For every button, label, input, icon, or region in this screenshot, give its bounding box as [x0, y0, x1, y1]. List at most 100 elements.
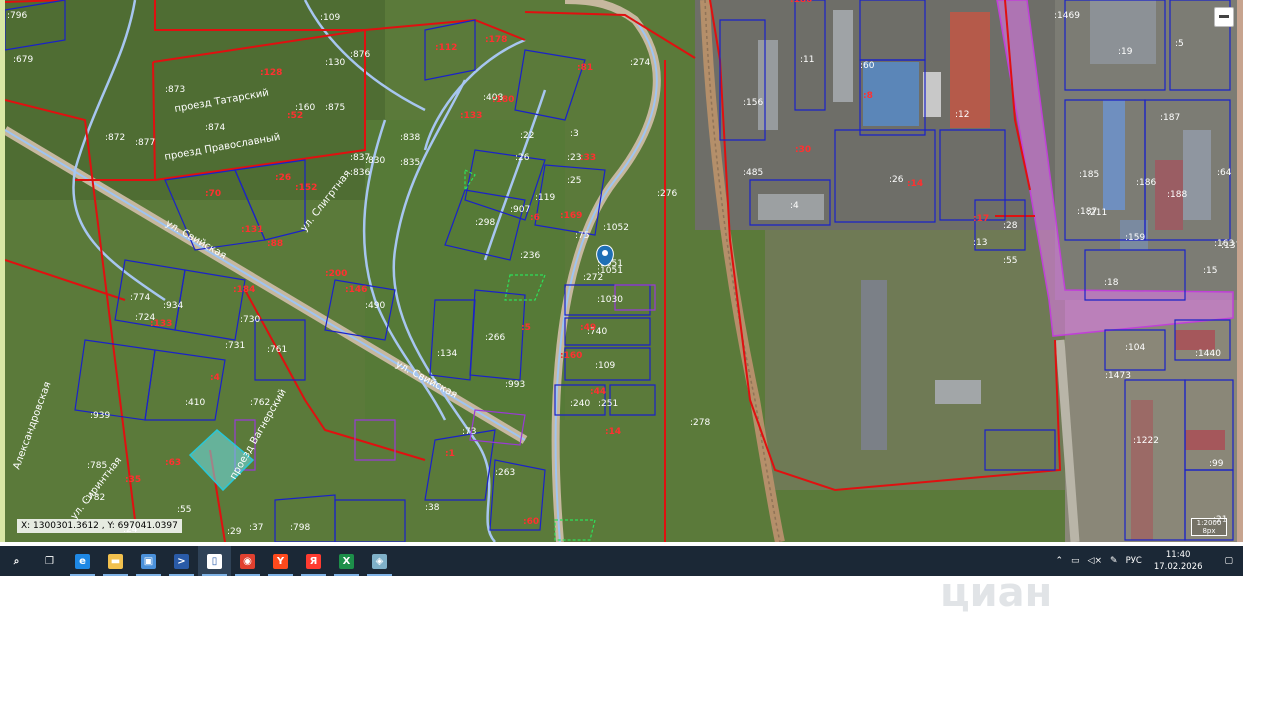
map-app-icon: ◈ [372, 553, 387, 569]
notepad-icon: ▯ [207, 553, 222, 569]
parcel-label: :109 [595, 361, 615, 371]
parcel-label: :240 [570, 399, 590, 409]
language-indicator[interactable]: РУС [1126, 556, 1142, 566]
chevron-up-icon[interactable]: ⌃ [1055, 556, 1063, 566]
cadastral-number-label: :128 [260, 68, 282, 78]
parcel-label: :1440 [1195, 349, 1221, 359]
yandex-browser-taskbar-button[interactable]: Y [264, 546, 297, 576]
cadastral-number-label: :14 [605, 427, 621, 437]
task-view-taskbar-button[interactable]: ❐ [33, 546, 66, 576]
search-taskbar-button[interactable]: ⌕ [0, 546, 33, 576]
parcel-label: :1469 [1054, 11, 1080, 21]
parcel-label: :1052 [603, 223, 629, 233]
map-control-button[interactable] [1214, 7, 1234, 27]
cadastral-number-label: :169 [560, 211, 582, 221]
parcel-label: :19 [1118, 47, 1133, 57]
parcel-label: :876 [350, 50, 370, 60]
parcel-label: :26 [515, 153, 530, 163]
yandex-taskbar-button[interactable]: Я [297, 546, 330, 576]
parcel-label: :186 [1136, 178, 1156, 188]
volume-icon[interactable]: ◁× [1088, 556, 1102, 566]
remote-desktop-taskbar-button[interactable]: ▣ [132, 546, 165, 576]
coordinate-readout: X: 1300301.3612 , Y: 697041.0397 [17, 519, 182, 533]
parcel-label: :274 [630, 58, 650, 68]
parcel-label: :211 [1087, 208, 1107, 218]
location-marker[interactable] [596, 244, 614, 267]
map-app-taskbar-button[interactable]: ◈ [363, 546, 396, 576]
cadastral-number-label: :180 [790, 0, 812, 5]
chrome-taskbar-button[interactable]: ◉ [231, 546, 264, 576]
parcel-label: :276 [657, 189, 677, 199]
cadastral-number-label: :152 [295, 183, 317, 193]
map-canvas[interactable]: проезд Татарский проезд Православный ул.… [5, 0, 1237, 542]
notification-icon[interactable]: ▢ [1224, 556, 1233, 566]
parcel-label: :485 [743, 168, 763, 178]
cadastral-map[interactable]: проезд Татарский проезд Православный ул.… [5, 0, 1237, 542]
parcel-label: :266 [485, 333, 505, 343]
parcel-label: :934 [163, 301, 183, 311]
cadastral-number-label: :81 [577, 63, 593, 73]
taskbar-icons: ⌕ ❐ e ▬ ▣ > ▯ ◉ Y Я X ◈ [0, 546, 396, 576]
parcel-label: :99 [1209, 459, 1224, 469]
parcel-label: :835 [400, 158, 420, 168]
parcel-label: :64 [1217, 168, 1232, 178]
scale-indicator: 1:2000 8px [1191, 518, 1227, 536]
parcel-label: :836 [350, 168, 370, 178]
parcel-label: :22 [520, 131, 534, 141]
powershell-icon: > [174, 553, 189, 569]
parcel-label: :679 [13, 55, 33, 65]
remote-desktop-icon: ▣ [141, 553, 156, 569]
cadastral-number-label: :112 [435, 43, 457, 53]
parcel-label: :782 [85, 493, 105, 503]
parcel-label: :263 [495, 468, 515, 478]
excel-taskbar-button[interactable]: X [330, 546, 363, 576]
file-explorer-taskbar-button[interactable]: ▬ [99, 546, 132, 576]
right-edge-strip [1237, 0, 1243, 542]
parcel-label: :730 [240, 315, 260, 325]
watermark-logo: циан [940, 570, 1053, 616]
parcel-label: :55 [1003, 256, 1017, 266]
parcel-label: :1030 [597, 295, 623, 305]
parcel-label: :73 [462, 427, 476, 437]
cadastral-number-label: :180 [492, 95, 514, 105]
clock[interactable]: 11:40 17.02.2026 [1154, 549, 1203, 573]
parcel-label: :104 [1125, 343, 1145, 353]
parcel-label: :875 [325, 103, 345, 113]
parcel-label: :18 [1104, 278, 1119, 288]
parcel-label: :4 [790, 201, 799, 211]
parcel-label: :11 [800, 55, 814, 65]
parcel-label: :12 [955, 110, 969, 120]
cadastral-number-label: :26 [275, 173, 291, 183]
cadastral-number-label: :131 [241, 225, 263, 235]
cadastral-number-label: :35 [125, 475, 141, 485]
internet-explorer-icon: e [75, 553, 90, 569]
parcel-label: :25 [567, 176, 581, 186]
internet-explorer-taskbar-button[interactable]: e [66, 546, 99, 576]
parcel-label: :251 [598, 399, 618, 409]
parcel-label: :75 [575, 231, 589, 241]
parcel-label: :838 [400, 133, 420, 143]
parcel-label: :1222 [1133, 436, 1159, 446]
scale-label: 1:2000 [1196, 519, 1222, 527]
parcel-label: :939 [90, 411, 110, 421]
cadastral-number-label: :52 [287, 111, 303, 121]
network-icon[interactable]: ▭ [1071, 556, 1080, 566]
parcel-label: :762 [250, 398, 270, 408]
parcel-label: :774 [130, 293, 150, 303]
cadastral-number-label: :30 [795, 145, 811, 155]
yandex-icon: Я [306, 553, 321, 569]
cadastral-number-label: :1 [445, 449, 455, 459]
cadastral-number-label: :178 [485, 35, 507, 45]
powershell-taskbar-button[interactable]: > [165, 546, 198, 576]
parcel-label: :877 [135, 138, 155, 148]
parcel-label: :13 [973, 238, 987, 248]
parcel-label: :137 [1221, 241, 1237, 251]
parcel-label: :907 [510, 205, 530, 215]
parcel-label: :134 [437, 349, 457, 359]
parcel-label: :15 [1203, 266, 1217, 276]
notepad-taskbar-button[interactable]: ▯ [198, 546, 231, 576]
cadastral-number-label: :184 [233, 285, 255, 295]
task-view-icon: ❐ [45, 555, 54, 567]
pen-icon[interactable]: ✎ [1110, 556, 1118, 566]
cadastral-number-label: :133 [150, 319, 172, 329]
